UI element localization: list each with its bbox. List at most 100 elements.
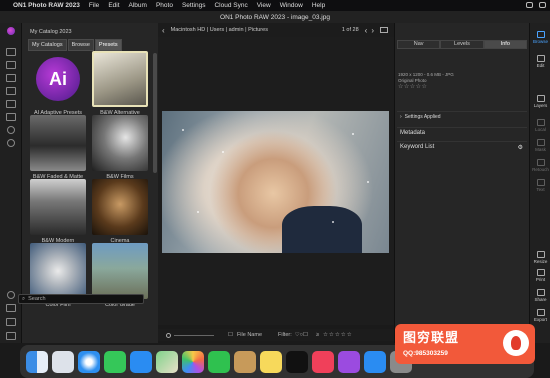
tab-nav[interactable]: Nav bbox=[397, 40, 441, 49]
menu-app-name[interactable]: ON1 Photo RAW 2023 bbox=[13, 2, 80, 9]
folder-icon[interactable] bbox=[380, 27, 388, 33]
search-field[interactable]: ⌕ Search bbox=[18, 294, 144, 304]
compare-icon[interactable]: ≥ bbox=[316, 332, 319, 338]
photo-info: 1920 x 1200 - 0.6 MB - JPG Original Phot… bbox=[398, 72, 454, 90]
breadcrumb-item[interactable]: Macintosh HD bbox=[171, 27, 206, 33]
breadcrumb-item[interactable]: Pictures bbox=[248, 27, 268, 33]
presets-scrollbar[interactable] bbox=[153, 53, 157, 173]
module-retouch[interactable]: Retouch bbox=[530, 159, 550, 172]
music-icon[interactable] bbox=[312, 350, 334, 373]
sort-label[interactable]: File Name bbox=[237, 332, 262, 338]
preset-category[interactable]: Ai AI Adaptive Presets bbox=[30, 51, 86, 116]
module-text[interactable]: Text bbox=[530, 179, 550, 192]
menu-cloud-sync[interactable]: Cloud Sync bbox=[214, 2, 247, 9]
metadata-section[interactable]: Metadata bbox=[397, 127, 527, 138]
module-mask[interactable]: Mask bbox=[530, 139, 550, 152]
tab-info[interactable]: Info bbox=[483, 40, 527, 49]
messages-icon[interactable] bbox=[104, 350, 126, 373]
maps-icon[interactable] bbox=[156, 350, 178, 373]
zoom-slider-track[interactable] bbox=[174, 334, 214, 336]
module-resize[interactable]: Resize bbox=[530, 251, 550, 264]
safari-icon[interactable] bbox=[78, 350, 100, 373]
photos-icon[interactable] bbox=[182, 350, 204, 373]
sort-icon[interactable]: ☐ bbox=[228, 332, 233, 338]
text-icon bbox=[536, 179, 545, 186]
view-mode-icon[interactable] bbox=[6, 332, 16, 340]
menu-file[interactable]: File bbox=[89, 2, 99, 9]
menu-settings[interactable]: Settings bbox=[182, 2, 206, 9]
search-icon[interactable] bbox=[7, 139, 15, 147]
app-store-icon[interactable] bbox=[364, 350, 386, 373]
module-print[interactable]: Print bbox=[530, 269, 550, 282]
rating-stars[interactable]: ☆☆☆☆☆ bbox=[398, 84, 454, 90]
refresh-icon[interactable] bbox=[6, 304, 16, 312]
podcasts-icon[interactable] bbox=[338, 350, 360, 373]
menu-bar: ON1 Photo RAW 2023 File Edit Album Photo… bbox=[0, 0, 550, 11]
module-edit[interactable]: Edit bbox=[530, 55, 550, 68]
launchpad-icon[interactable] bbox=[52, 350, 74, 373]
ai-logo-icon: Ai bbox=[36, 57, 80, 101]
battery-icon[interactable] bbox=[526, 2, 533, 8]
preset-category[interactable]: Cinema bbox=[92, 179, 148, 244]
back-icon[interactable]: ‹ bbox=[162, 26, 165, 35]
gear-icon[interactable]: ⚙ bbox=[518, 144, 523, 151]
camera-icon[interactable] bbox=[6, 74, 16, 82]
filter-stars[interactable]: ☆☆☆☆☆ bbox=[323, 332, 353, 338]
module-local[interactable]: Local bbox=[530, 119, 550, 132]
menu-window[interactable]: Window bbox=[280, 2, 303, 9]
filter-icons[interactable]: ♡○☐ bbox=[295, 332, 308, 338]
notes-icon[interactable] bbox=[260, 350, 282, 373]
tab-browse[interactable]: Browse bbox=[67, 39, 94, 51]
mail-icon[interactable] bbox=[130, 350, 152, 373]
cloud-icon[interactable] bbox=[6, 87, 16, 95]
preset-thumb bbox=[30, 243, 86, 299]
window-title: ON1 Photo RAW 2023 - image_03.jpg bbox=[0, 11, 550, 23]
facetime-icon[interactable] bbox=[208, 350, 230, 373]
preset-category[interactable]: B&W Alternative bbox=[92, 51, 148, 116]
menu-photo[interactable]: Photo bbox=[156, 2, 173, 9]
menu-album[interactable]: Album bbox=[129, 2, 147, 9]
keyword-list-section[interactable]: Keyword List ⚙ bbox=[397, 141, 527, 152]
breadcrumb-item[interactable]: admin bbox=[229, 27, 244, 33]
module-share[interactable]: Share bbox=[530, 289, 550, 302]
breadcrumb: Macintosh HD | Users | admin | Pictures bbox=[170, 27, 268, 33]
preset-category[interactable]: B&W Films bbox=[92, 115, 148, 180]
watermark-logo: 图穷联盟 QQ:985303259 bbox=[395, 324, 535, 364]
zoom-slider-handle[interactable] bbox=[166, 332, 171, 338]
album-icon[interactable] bbox=[6, 113, 16, 121]
search-placeholder: Search bbox=[28, 296, 46, 302]
menu-help[interactable]: Help bbox=[312, 2, 325, 9]
recent-icon[interactable] bbox=[7, 126, 15, 134]
add-icon[interactable] bbox=[6, 48, 16, 56]
control-center-icon[interactable] bbox=[539, 2, 546, 8]
module-browse[interactable]: Browse bbox=[530, 31, 550, 44]
photo-counter: 1 of 28 bbox=[341, 27, 359, 33]
settings-applied-section[interactable]: › Settings Applied bbox=[397, 111, 527, 122]
next-icon[interactable]: › bbox=[371, 26, 374, 35]
preset-thumb bbox=[30, 179, 86, 235]
snow-dot bbox=[197, 211, 199, 213]
tab-my-catalogs[interactable]: My Catalogs bbox=[28, 39, 67, 51]
menu-edit[interactable]: Edit bbox=[108, 2, 119, 9]
main-photo[interactable] bbox=[162, 111, 389, 253]
preview-icon[interactable] bbox=[6, 318, 16, 326]
snow-dot bbox=[352, 133, 354, 135]
folder-icon[interactable] bbox=[6, 100, 16, 108]
prev-icon[interactable]: ‹ bbox=[365, 26, 368, 35]
preset-category[interactable]: B&W Modern bbox=[30, 179, 86, 244]
tab-levels[interactable]: Levels bbox=[440, 40, 484, 49]
crop-icon[interactable] bbox=[7, 291, 15, 299]
module-export[interactable]: Export bbox=[530, 309, 550, 322]
watermark-qq: QQ:985303259 bbox=[403, 350, 448, 357]
module-layers[interactable]: Layers bbox=[530, 95, 550, 108]
contacts-icon[interactable] bbox=[234, 350, 256, 373]
watermark-title: 图穷联盟 bbox=[403, 330, 460, 345]
preset-thumb bbox=[92, 179, 148, 235]
breadcrumb-item[interactable]: Users bbox=[210, 27, 224, 33]
tv-icon[interactable] bbox=[286, 350, 308, 373]
monitor-icon[interactable] bbox=[6, 61, 16, 69]
finder-icon[interactable] bbox=[26, 350, 48, 373]
menu-view[interactable]: View bbox=[257, 2, 271, 9]
tab-presets[interactable]: Presets bbox=[94, 39, 122, 51]
preset-category[interactable]: B&W Faded & Matte bbox=[30, 115, 86, 180]
